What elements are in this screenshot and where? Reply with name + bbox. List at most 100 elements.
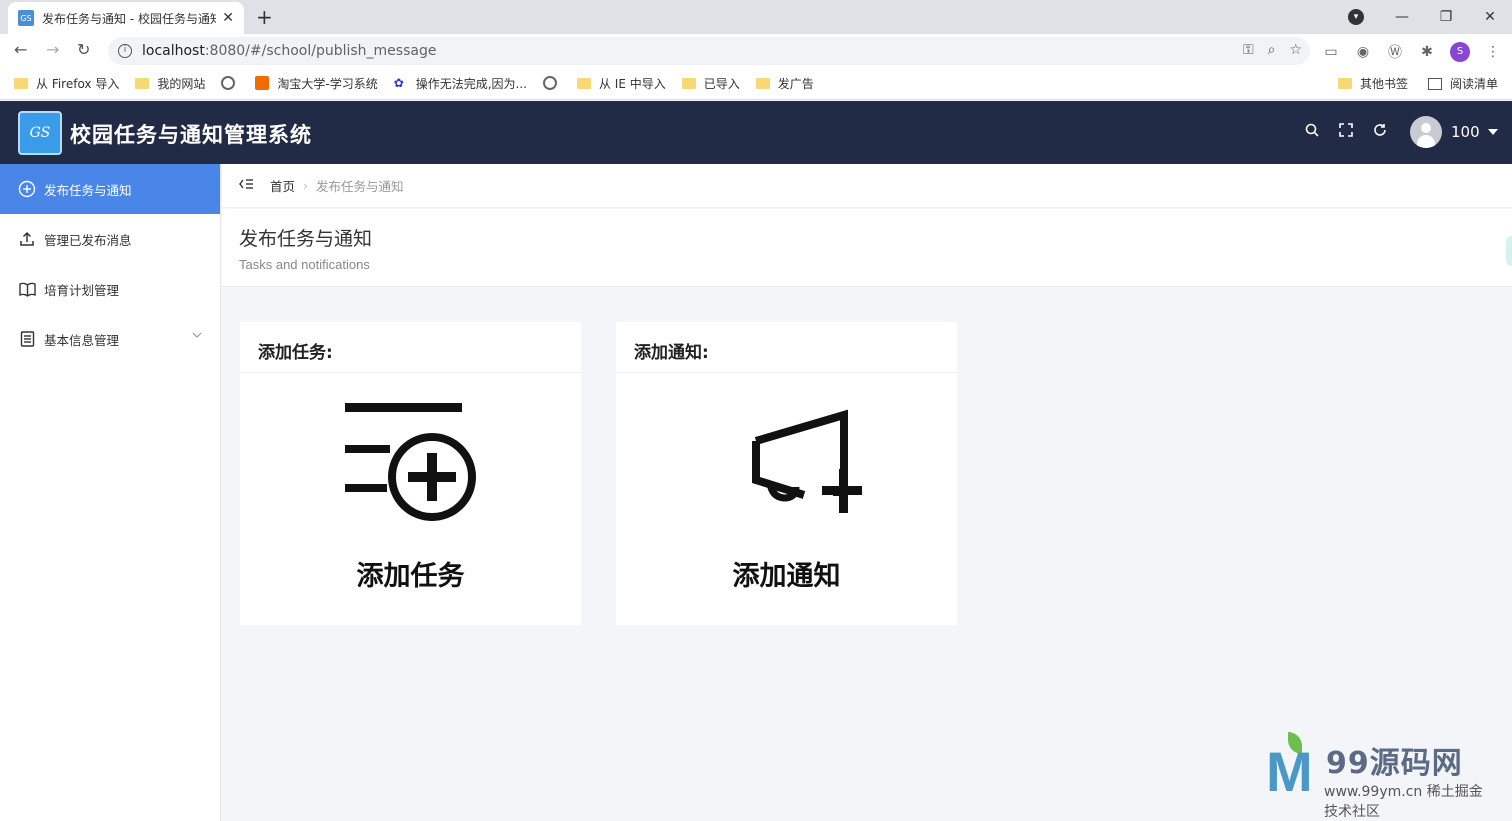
other-bookmarks[interactable]: 其他书签	[1337, 75, 1408, 92]
app-header: GS 校园任务与通知管理系统 100	[0, 101, 1512, 164]
sidebar-item-label: 发布任务与通知	[44, 182, 132, 198]
window-close-icon[interactable]: ✕	[1468, 9, 1512, 25]
site-info-icon[interactable]: i	[118, 44, 132, 58]
bookmark-label: 已导入	[703, 76, 740, 91]
sidebar-item-publish[interactable]: 发布任务与通知	[0, 164, 220, 214]
watermark-logo-icon: M	[1266, 740, 1313, 803]
bookmarks-right: 其他书签 阅读清单	[1318, 67, 1498, 100]
window-controls: — ❐ ✕	[1380, 0, 1512, 34]
reading-list[interactable]: 阅读清单	[1427, 75, 1498, 92]
bookmark-label: 淘宝大学-学习系统	[277, 76, 378, 91]
page-header: 发布任务与通知 Tasks and notifications	[222, 209, 1512, 287]
breadcrumb-home[interactable]: 首页	[270, 176, 295, 195]
bookmark-label: 阅读清单	[1449, 77, 1498, 91]
watermark-url: www.99ym.cn 稀土掘金技术社区	[1324, 784, 1483, 820]
bookmark-item[interactable]: 从 Firefox 导入	[14, 75, 119, 92]
omnibox-actions: ⚿ ⌕ ☆	[1243, 42, 1302, 58]
url-text[interactable]: localhost:8080/#/school/publish_message	[142, 43, 436, 59]
add-task-card[interactable]: 添加任务: 添加任务	[240, 322, 581, 625]
bookmark-item[interactable]: 淘宝大学-学习系统	[255, 75, 378, 92]
upload-icon	[18, 230, 36, 248]
browser-tab[interactable]: GS 发布任务与通知 - 校园任务与通知 ✕	[8, 2, 244, 34]
sidebar-item-basic-info[interactable]: 基本信息管理	[0, 314, 220, 364]
watermark: M 99源码网 www.99ym.cn 稀土掘金技术社区	[1266, 732, 1496, 820]
restore-icon[interactable]: ❐	[1424, 9, 1468, 25]
browser-toolbar: ← → ↻ i localhost:8080/#/school/publish_…	[0, 34, 1512, 67]
key-icon[interactable]: ⚿	[1243, 42, 1254, 58]
app-logo: GS	[18, 111, 62, 155]
puzzle-icon[interactable]: ✱	[1418, 44, 1436, 60]
bookmark-item[interactable]: 从 IE 中导入	[576, 75, 666, 92]
megaphone-add-icon[interactable]	[616, 397, 957, 527]
sidebar-item-label: 管理已发布消息	[44, 232, 132, 248]
more-menu-icon[interactable]: ⋮	[1484, 44, 1502, 60]
page-subtitle: Tasks and notifications	[239, 257, 370, 272]
forward-arrow-icon[interactable]: →	[46, 40, 59, 59]
bookmark-item[interactable]: 发广告	[755, 75, 814, 92]
address-bar[interactable]: i localhost:8080/#/school/publish_messag…	[108, 37, 1310, 65]
new-tab-button[interactable]: +	[256, 5, 273, 29]
minimize-icon[interactable]: —	[1380, 9, 1424, 25]
globe-icon	[542, 76, 557, 90]
chevron-down-icon	[192, 330, 202, 341]
user-avatar[interactable]	[1410, 116, 1442, 148]
refresh-icon[interactable]	[1372, 123, 1388, 141]
bookmark-label: 我的网站	[157, 76, 206, 91]
folder-icon	[135, 77, 150, 89]
header-tools	[1304, 123, 1388, 141]
browser-menu-dropdown-icon[interactable]: ▾	[1348, 9, 1364, 25]
folder-icon	[14, 77, 28, 89]
side-drawer-handle[interactable]	[1506, 236, 1512, 266]
folder-icon	[755, 77, 770, 89]
tab-close-icon[interactable]: ✕	[222, 10, 234, 26]
collapse-sidebar-icon[interactable]	[239, 178, 254, 194]
browser-tabstrip: GS 发布任务与通知 - 校园任务与通知 ✕ + ▾ — ❐ ✕	[0, 0, 1512, 34]
bookmark-label: 其他书签	[1359, 77, 1408, 91]
caret-down-icon	[1487, 129, 1498, 135]
camera-icon[interactable]: ◉	[1354, 44, 1372, 60]
card-header: 添加任务:	[240, 322, 581, 373]
bookmark-item[interactable]: 已导入	[681, 75, 740, 92]
sidebar-item-label: 培育计划管理	[44, 282, 120, 298]
taobao-icon	[255, 76, 270, 90]
reload-icon[interactable]: ↻	[77, 40, 90, 59]
bookmark-star-icon[interactable]: ☆	[1289, 42, 1302, 58]
baidu-paw-icon: ✿	[393, 76, 404, 90]
bookmark-item[interactable]	[221, 76, 239, 90]
bookmark-item[interactable]: ✿ 操作无法完成,因为...	[394, 75, 527, 92]
sidebar-item-manage-published[interactable]: 管理已发布消息	[0, 214, 220, 264]
globe-icon	[221, 76, 236, 90]
document-icon	[18, 330, 36, 348]
book-icon	[18, 280, 36, 298]
bookmark-item[interactable]	[542, 76, 561, 90]
fullscreen-icon[interactable]	[1338, 123, 1354, 141]
tab-title: 发布任务与通知 - 校园任务与通知	[42, 11, 217, 26]
extensions-area: ▭ ◉ Ⓦ ✱ S ⋮	[1322, 42, 1502, 62]
plus-circle-icon	[18, 180, 36, 198]
zoom-icon[interactable]: ⌕	[1268, 42, 1276, 58]
profile-avatar[interactable]: S	[1450, 42, 1470, 62]
page-title: 发布任务与通知	[239, 228, 373, 250]
bookmark-label: 操作无法完成,因为...	[415, 76, 527, 91]
task-add-icon[interactable]	[240, 397, 581, 527]
url-host: localhost	[142, 43, 205, 59]
bookmark-label: 从 IE 中导入	[598, 76, 666, 91]
w-extension-icon[interactable]: Ⓦ	[1386, 42, 1404, 62]
user-name: 100	[1451, 123, 1480, 141]
folder-icon	[1337, 78, 1352, 89]
folder-icon	[576, 77, 591, 89]
user-menu[interactable]: 100	[1410, 116, 1498, 148]
card-header: 添加通知:	[616, 322, 957, 373]
cast-icon[interactable]: ▭	[1322, 44, 1340, 60]
sidebar-item-training-plan[interactable]: 培育计划管理	[0, 264, 220, 314]
bookmark-label: 从 Firefox 导入	[36, 76, 120, 91]
reading-list-icon	[1427, 77, 1442, 90]
breadcrumb-separator-icon: ›	[303, 178, 309, 193]
add-notice-card[interactable]: 添加通知: 添加通知	[616, 322, 957, 625]
bookmark-item[interactable]: 我的网站	[135, 75, 205, 92]
card-label: 添加任务	[356, 561, 465, 592]
search-icon[interactable]	[1304, 123, 1320, 141]
back-arrow-icon[interactable]: ←	[14, 40, 27, 59]
url-path: :8080/#/school/publish_message	[204, 43, 437, 59]
sidebar: 发布任务与通知 管理已发布消息 培育计划管理 基本信息管理	[0, 164, 221, 821]
